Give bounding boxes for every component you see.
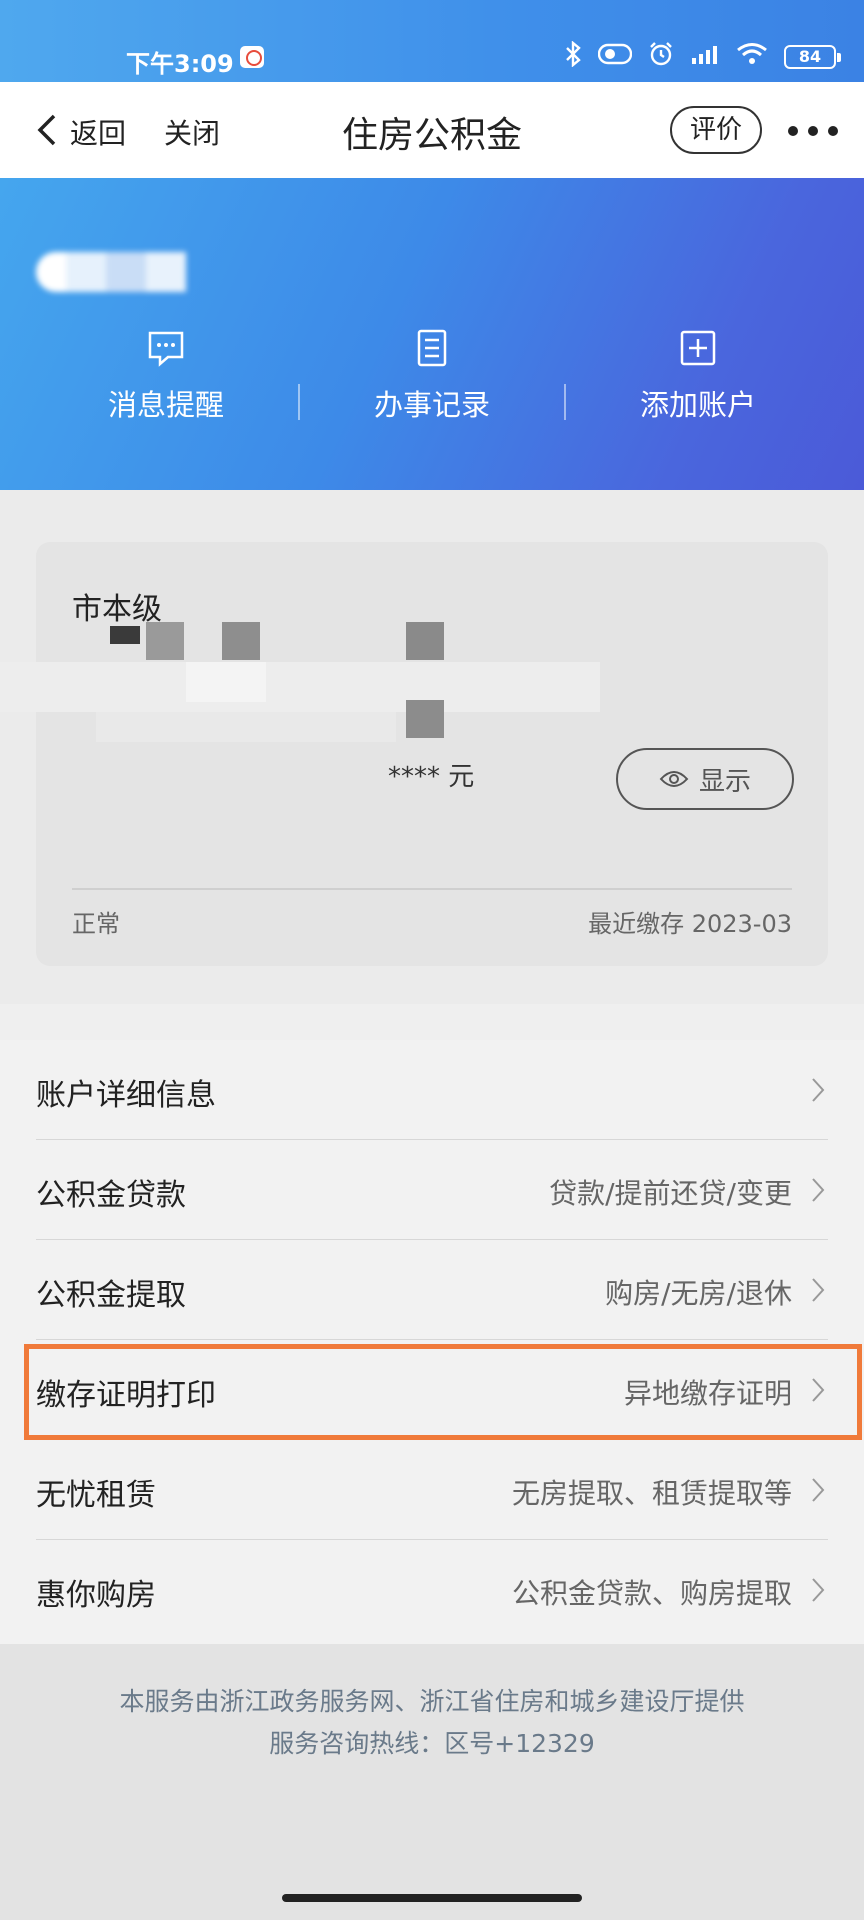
records-label: 办事记录 <box>373 388 490 422</box>
status-icons: 84 <box>564 40 841 73</box>
add-account-button[interactable]: 添加账户 <box>578 328 818 424</box>
menu-item-value: 无房提取、租赁提取等 <box>511 1477 792 1510</box>
menu-item-value: 公积金贷款、购房提取 <box>511 1577 792 1610</box>
show-label: 显示 <box>698 766 751 797</box>
hero-banner: 消息提醒 办事记录 添加账户 <box>0 178 864 490</box>
signal-icon <box>690 43 720 71</box>
battery-icon: 84 <box>784 45 841 69</box>
chevron-right-icon <box>812 1178 825 1202</box>
divider <box>564 384 566 420</box>
alarm-icon <box>648 41 674 73</box>
eye-icon <box>659 771 689 787</box>
record-icon <box>417 329 447 367</box>
chevron-right-icon <box>812 1078 825 1102</box>
menu-item-value: 贷款/提前还贷/变更 <box>549 1177 792 1210</box>
nav-bar: 返回 关闭 住房公积金 评价 <box>0 82 864 178</box>
menu-item-label: 无忧租赁 <box>36 1478 156 1513</box>
menu-item-withdrawal[interactable]: 公积金提取 购房/无房/退休 <box>0 1240 864 1340</box>
more-icon[interactable] <box>788 126 838 136</box>
toggle-icon <box>597 43 633 71</box>
menu-item-label: 账户详细信息 <box>36 1078 216 1113</box>
masked-account-info <box>0 602 600 752</box>
add-account-icon <box>680 330 716 366</box>
message-reminder-label: 消息提醒 <box>107 388 224 422</box>
menu-item-rental[interactable]: 无忧租赁 无房提取、租赁提取等 <box>0 1440 864 1540</box>
masked-username <box>36 252 186 292</box>
menu-item-label: 公积金提取 <box>36 1278 186 1313</box>
hero-actions: 消息提醒 办事记录 添加账户 <box>0 328 864 438</box>
menu-item-value: 购房/无房/退休 <box>605 1277 792 1310</box>
message-reminder-button[interactable]: 消息提醒 <box>46 328 286 424</box>
menu-item-account-details[interactable]: 账户详细信息 <box>0 1040 864 1140</box>
status-time: 下午3:09 <box>126 50 234 78</box>
balance-amount: **** 元 <box>388 762 475 792</box>
chevron-right-icon <box>812 1578 825 1602</box>
account-card: 市本级 **** 元 显示 正常 最近缴存 2023-03 <box>0 542 828 966</box>
show-balance-button[interactable]: 显示 <box>616 748 794 810</box>
home-indicator[interactable] <box>282 1894 582 1902</box>
records-button[interactable]: 办事记录 <box>312 328 552 424</box>
add-account-label: 添加账户 <box>639 388 756 422</box>
rate-button[interactable]: 评价 <box>670 106 762 154</box>
menu-item-label: 惠你购房 <box>36 1578 156 1613</box>
footer-provider-text: 本服务由浙江政务服务网、浙江省住房和城乡建设厅提供 <box>119 1687 745 1716</box>
app-notification-icon <box>240 46 264 68</box>
highlight-box <box>24 1344 862 1440</box>
footer: 本服务由浙江政务服务网、浙江省住房和城乡建设厅提供 服务咨询热线：区号+1232… <box>0 1644 864 1920</box>
service-menu: 账户详细信息 公积金贷款 贷款/提前还贷/变更 公积金提取 购房/无房/退休 缴… <box>0 1040 864 1644</box>
card-divider <box>72 888 792 890</box>
menu-item-loan[interactable]: 公积金贷款 贷款/提前还贷/变更 <box>0 1140 864 1240</box>
divider <box>298 384 300 420</box>
footer-hotline-text: 服务咨询热线：区号+12329 <box>269 1729 595 1758</box>
account-status: 正常 <box>72 910 120 938</box>
chevron-right-icon <box>812 1478 825 1502</box>
bluetooth-icon <box>564 40 582 73</box>
menu-item-label: 公积金贷款 <box>36 1178 186 1213</box>
message-icon <box>148 331 184 367</box>
status-bar: 下午3:09 84 <box>0 0 864 82</box>
wifi-icon <box>736 42 768 72</box>
menu-item-home-purchase[interactable]: 惠你购房 公积金贷款、购房提取 <box>0 1540 864 1640</box>
recent-deposit: 最近缴存 2023-03 <box>588 910 792 938</box>
chevron-right-icon <box>812 1278 825 1302</box>
